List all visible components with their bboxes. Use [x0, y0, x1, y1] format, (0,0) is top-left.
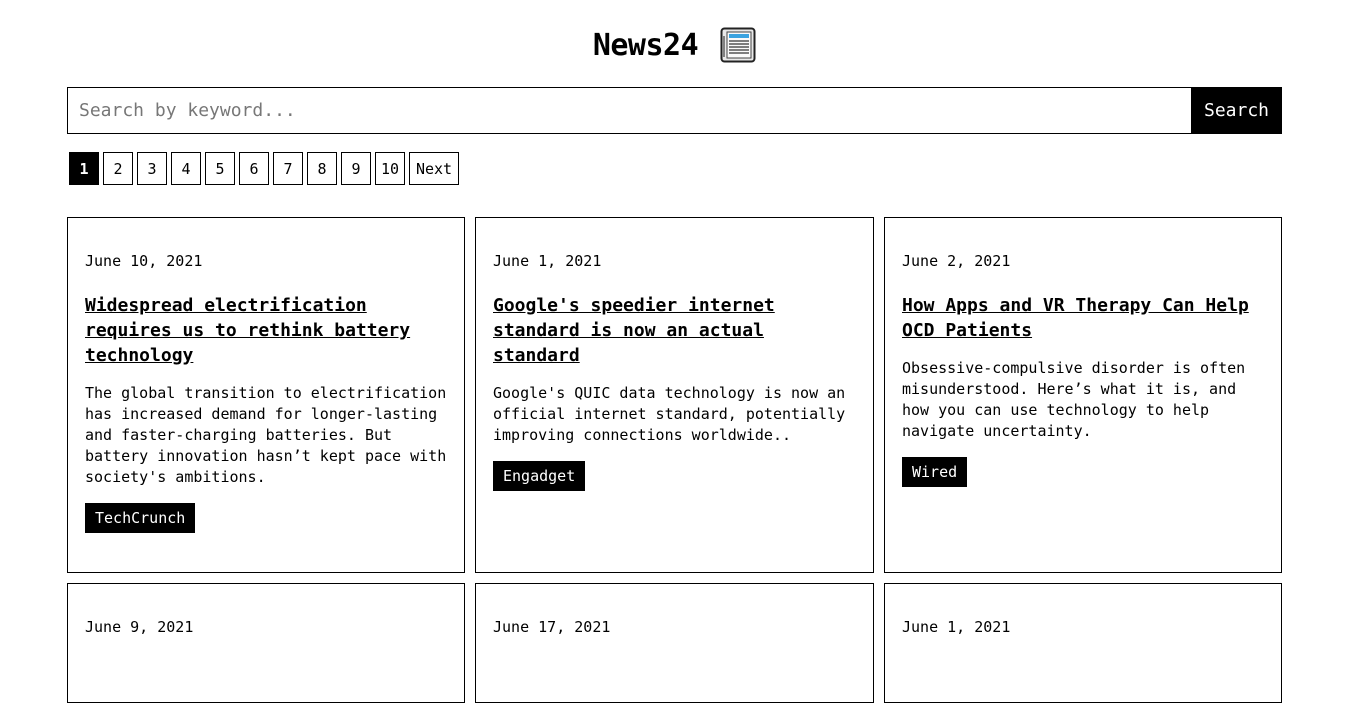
newspaper-icon-graphic	[720, 27, 756, 63]
article-card: June 10, 2021 Widespread electrification…	[67, 217, 465, 573]
page-button-2[interactable]: 2	[103, 152, 133, 185]
page-button-7[interactable]: 7	[273, 152, 303, 185]
next-page-button[interactable]: Next	[409, 152, 459, 185]
search-input[interactable]	[67, 87, 1191, 134]
article-date: June 1, 2021	[493, 252, 602, 270]
pagination: 1 2 3 4 5 6 7 8 9 10 Next	[69, 152, 459, 185]
article-title-link[interactable]: How Apps and VR Therapy Can Help OCD Pat…	[902, 293, 1264, 343]
page-button-8[interactable]: 8	[307, 152, 337, 185]
page-button-5[interactable]: 5	[205, 152, 235, 185]
article-description: The global transition to electrification…	[85, 384, 447, 486]
article-date: June 9, 2021	[85, 618, 194, 636]
newspaper-icon	[720, 27, 756, 63]
page-button-9[interactable]: 9	[341, 152, 371, 185]
source-badge[interactable]: Engadget	[493, 461, 586, 491]
article-date: June 1, 2021	[902, 618, 1011, 636]
article-date: June 10, 2021	[85, 252, 203, 270]
article-card: June 9, 2021	[67, 583, 465, 703]
page-button-10[interactable]: 10	[375, 152, 405, 185]
page-button-6[interactable]: 6	[239, 152, 269, 185]
search-button[interactable]: Search	[1191, 87, 1282, 134]
article-card: June 17, 2021	[475, 583, 874, 703]
article-card: June 1, 2021	[884, 583, 1282, 703]
source-badge[interactable]: TechCrunch	[85, 503, 196, 533]
article-card: June 2, 2021 How Apps and VR Therapy Can…	[884, 217, 1282, 573]
article-title-link[interactable]: Google's speedier internet standard is n…	[493, 293, 856, 368]
article-description: Obsessive-compulsive disorder is often m…	[902, 359, 1246, 440]
article-grid: June 10, 2021 Widespread electrification…	[67, 217, 1282, 703]
article-card: June 1, 2021 Google's speedier internet …	[475, 217, 874, 573]
page-button-4[interactable]: 4	[171, 152, 201, 185]
source-badge[interactable]: Wired	[902, 457, 968, 487]
search-bar: Search	[67, 87, 1282, 134]
site-header: News24	[0, 22, 1349, 68]
page-button-3[interactable]: 3	[137, 152, 167, 185]
article-title-link[interactable]: Widespread electrification requires us t…	[85, 293, 447, 368]
page-button-1[interactable]: 1	[69, 152, 99, 185]
article-date: June 2, 2021	[902, 252, 1011, 270]
article-date: June 17, 2021	[493, 618, 611, 636]
site-title: News24	[592, 27, 699, 63]
article-description: Google's QUIC data technology is now an …	[493, 384, 846, 444]
